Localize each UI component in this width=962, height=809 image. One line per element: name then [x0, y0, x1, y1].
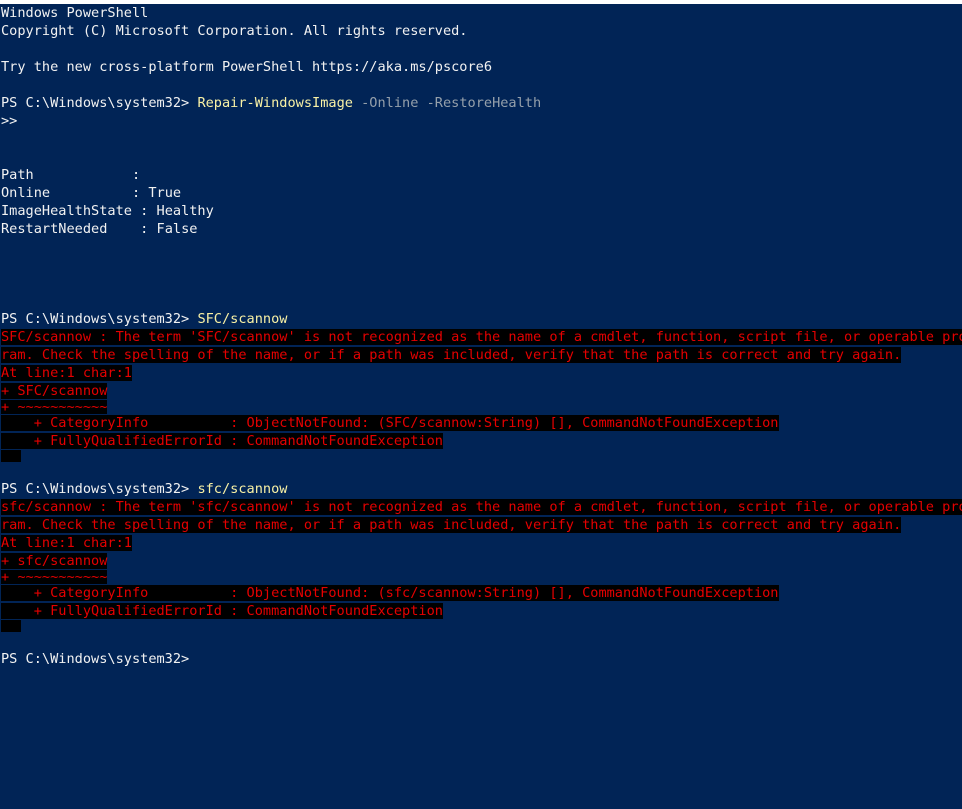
- error-fqid-1: + FullyQualifiedErrorId : CommandNotFoun…: [1, 433, 443, 449]
- error-at-line-1: At line:1 char:1: [1, 365, 132, 381]
- error-message-line-1: SFC/scannow : The term 'SFC/scannow' is …: [0, 328, 962, 346]
- final-prompt-line[interactable]: PS C:\Windows\system32>: [0, 650, 962, 668]
- banner-copyright: Copyright (C) Microsoft Corporation. All…: [1, 23, 468, 39]
- error-message-line-2: ram. Check the spelling of the name, or …: [1, 347, 902, 363]
- error-block-stub: [1, 450, 21, 462]
- error-message-line-2: ram. Check the spelling of the name, or …: [1, 517, 902, 533]
- result-value-imagehealthstate: Healthy: [156, 203, 214, 219]
- banner-title-line: Windows PowerShell: [0, 4, 962, 22]
- table-row: Online : True: [1, 185, 182, 201]
- error-category-info-2: + CategoryInfo : ObjectNotFound: (sfc/sc…: [1, 585, 779, 601]
- error-category-info-1: + CategoryInfo : ObjectNotFound: (SFC/sc…: [1, 415, 779, 431]
- result-value-restartneeded: False: [156, 221, 198, 237]
- error-at-line-2: At line:1 char:1: [1, 535, 132, 551]
- command-line-1[interactable]: PS C:\Windows\system32> Repair-WindowsIm…: [0, 94, 962, 112]
- result-key-path: Path: [1, 167, 34, 183]
- result-key-imagehealthstate: ImageHealthState: [1, 203, 132, 219]
- error-source-line-2: + sfc/scannow: [1, 553, 108, 569]
- command-sfc-scannow-lower: sfc/scannow: [197, 481, 288, 497]
- error-message-line-1: sfc/scannow : The term 'sfc/scannow' is …: [0, 498, 962, 516]
- banner-pscore-line: Try the new cross-platform PowerShell ht…: [0, 58, 962, 76]
- banner-pscore-hint: Try the new cross-platform PowerShell ht…: [1, 59, 493, 75]
- command-sfc-scannow-upper: SFC/scannow: [197, 311, 288, 327]
- error-block-stub: [1, 620, 21, 632]
- cmdlet-repair-windowsimage: Repair-WindowsImage: [197, 95, 353, 111]
- banner-title: Windows PowerShell: [1, 5, 149, 21]
- result-key-online: Online: [1, 185, 51, 201]
- error-fqid-2: + FullyQualifiedErrorId : CommandNotFoun…: [1, 603, 443, 619]
- continuation-prompt-line: >>: [0, 112, 962, 130]
- error-source-line-1: + SFC/scannow: [1, 383, 108, 399]
- banner-copyright-line: Copyright (C) Microsoft Corporation. All…: [0, 22, 962, 40]
- cmdlet-parameters-1: -Online -RestoreHealth: [352, 95, 542, 111]
- error-caret-line-1: + ~~~~~~~~~~~: [1, 400, 108, 414]
- command-line-3[interactable]: PS C:\Windows\system32> sfc/scannow: [0, 480, 962, 498]
- error-caret-line-2: + ~~~~~~~~~~~: [1, 570, 108, 584]
- continuation-prompt: >>: [1, 113, 18, 129]
- final-prompt: PS C:\Windows\system32>: [1, 651, 190, 667]
- prompt-1: PS C:\Windows\system32>: [1, 95, 190, 111]
- prompt-3: PS C:\Windows\system32>: [1, 481, 190, 497]
- table-row: Path :: [1, 167, 149, 183]
- prompt-2: PS C:\Windows\system32>: [1, 311, 190, 327]
- table-row: ImageHealthState : Healthy: [1, 203, 214, 219]
- result-value-online: True: [148, 185, 182, 201]
- command-line-2[interactable]: PS C:\Windows\system32> SFC/scannow: [0, 310, 962, 328]
- powershell-console[interactable]: Windows PowerShell Copyright (C) Microso…: [0, 4, 962, 809]
- result-key-restartneeded: RestartNeeded: [1, 221, 108, 237]
- table-row: RestartNeeded : False: [1, 221, 198, 237]
